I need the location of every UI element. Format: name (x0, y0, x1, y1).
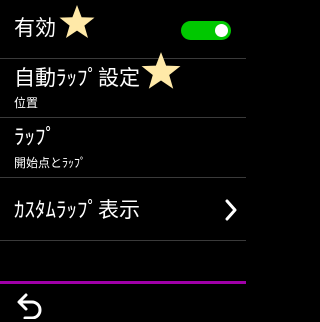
lap-label: ﾗｯﾌﾟ (14, 125, 56, 149)
star-icon (59, 5, 95, 38)
divider (0, 240, 246, 241)
footer-bar (0, 281, 246, 322)
lap-row[interactable]: ﾗｯﾌﾟ 開始点とﾗｯﾌﾟ (0, 118, 246, 176)
lap-value: 開始点とﾗｯﾌﾟ (14, 156, 87, 170)
auto-lap-settings-label: 自動ﾗｯﾌﾟ設定 (14, 66, 140, 90)
star-icon (141, 52, 181, 89)
auto-lap-settings-value: 位置 (14, 96, 39, 110)
enable-toggle[interactable] (181, 21, 231, 40)
footer-accent-line (0, 281, 246, 284)
chevron-right-icon (225, 199, 237, 221)
enable-label: 有効 (14, 16, 56, 40)
back-arrow-icon[interactable] (12, 291, 46, 319)
custom-lap-display-label: ｶｽﾀﾑﾗｯﾌﾟ表示 (14, 198, 140, 222)
enable-row[interactable]: 有効 (0, 0, 246, 58)
auto-lap-settings-row[interactable]: 自動ﾗｯﾌﾟ設定 位置 (0, 59, 246, 117)
custom-lap-display-row[interactable]: ｶｽﾀﾑﾗｯﾌﾟ表示 (0, 178, 246, 236)
toggle-knob (215, 24, 228, 37)
